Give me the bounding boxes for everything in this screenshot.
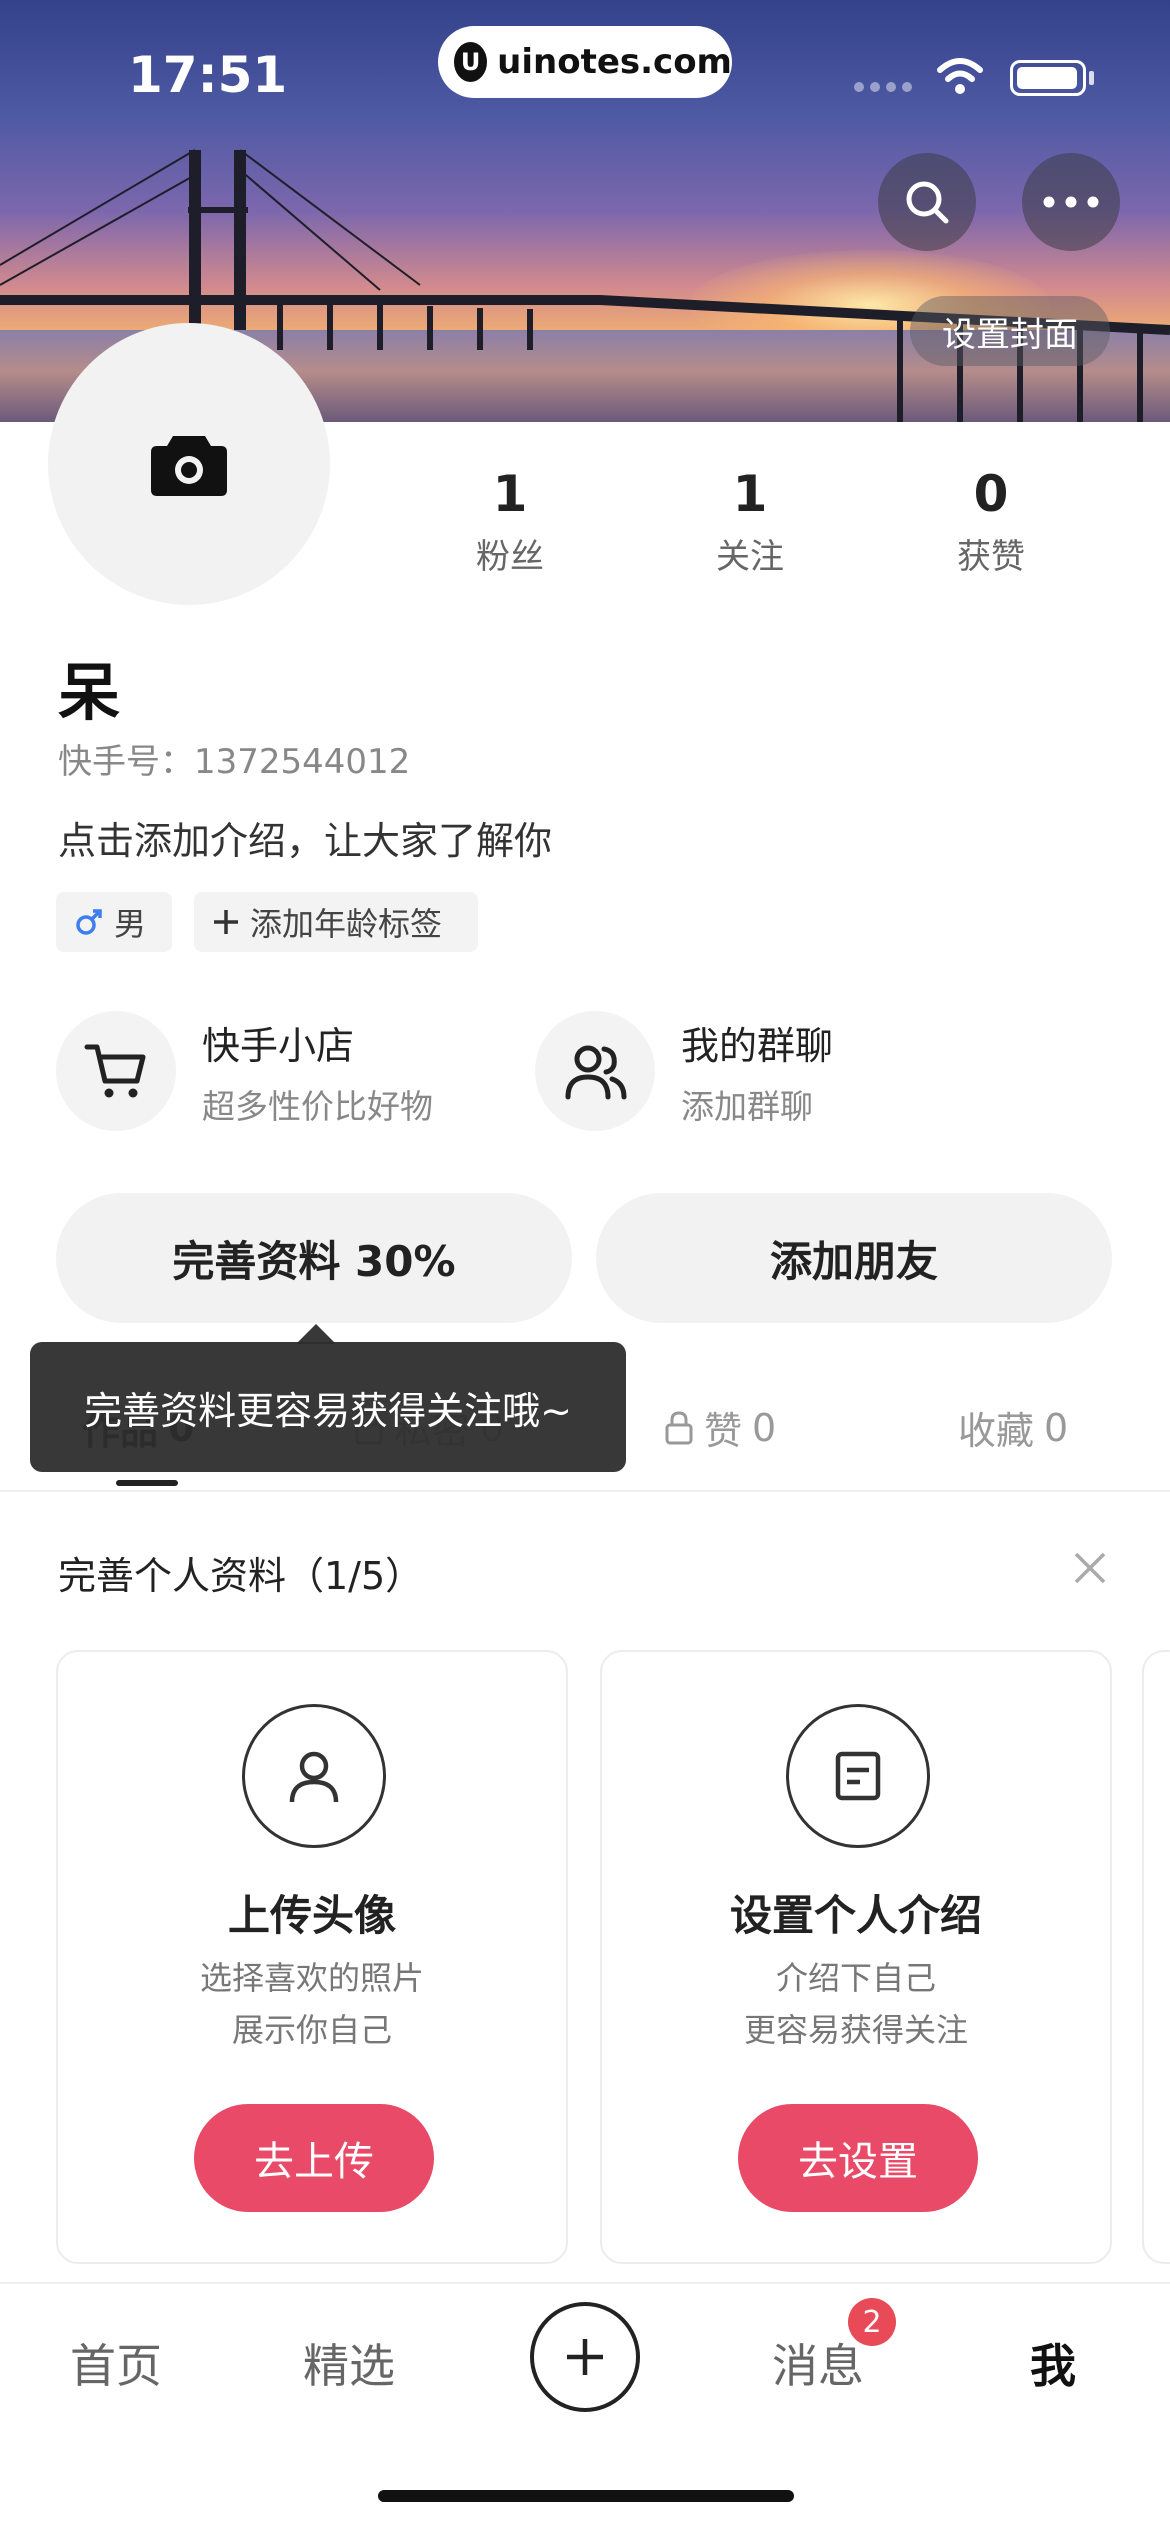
nav-divider [0,2282,1170,2284]
age-tag-button[interactable]: 添加年龄标签 [194,892,478,952]
camera-icon [151,436,227,496]
stat-likes[interactable]: 0 获赞 [901,465,1081,578]
home-indicator [378,2490,794,2502]
url-pill: U uinotes.com [438,26,732,98]
upload-avatar-desc-line1: 选择喜欢的照片 [199,1959,424,1997]
upload-avatar-title: 上传头像 [227,1891,396,1940]
plus-icon [567,2339,603,2375]
following-label: 关注 [716,537,784,577]
tooltip-arrow [296,1324,336,1344]
stat-fans[interactable]: 1 粉丝 [420,465,600,578]
complete-profile-button[interactable]: 完善资料 30% [56,1193,572,1323]
search-button[interactable] [878,153,976,251]
group-chat-subtitle: 添加群聊 [681,1086,813,1126]
close-icon[interactable] [1070,1548,1110,1588]
next-card-peek [1142,1650,1170,2264]
set-intro-desc-line1: 介绍下自己 [775,1959,936,1997]
signal-icon [854,82,912,92]
fans-label: 粉丝 [476,537,544,577]
gender-tag-label: 男 [114,905,147,943]
fans-count: 1 [492,465,528,523]
set-intro-card: 设置个人介绍 介绍下自己 更容易获得关注 去设置 [600,1650,1112,2264]
battery-tip [1089,71,1094,85]
complete-profile-title: 完善个人资料（1/5） [58,1554,424,1598]
status-time: 17:51 [128,46,288,104]
avatar[interactable] [48,323,330,605]
set-intro-title: 设置个人介绍 [729,1891,982,1940]
likes-label: 获赞 [957,537,1025,577]
shop-subtitle: 超多性价比好物 [202,1086,433,1126]
nav-messages[interactable]: 消息 [772,2330,864,2396]
nav-me[interactable]: 我 [1030,2330,1076,2396]
document-icon [786,1704,930,1848]
kuaishou-shop-entry[interactable]: 快手小店 超多性价比好物 [56,1010,433,1132]
profile-name: 呆 [58,656,121,729]
battery-icon [1010,60,1086,96]
group-chat-entry[interactable]: 我的群聊 添加群聊 [535,1010,833,1132]
intro-placeholder[interactable]: 点击添加介绍，让大家了解你 [58,810,552,865]
create-button[interactable] [530,2302,640,2412]
following-count: 1 [732,465,768,523]
upload-avatar-button[interactable]: 去上传 [194,2104,434,2212]
set-cover-button[interactable]: 设置封面 [910,296,1110,366]
nav-featured[interactable]: 精选 [303,2330,395,2396]
age-tag-label: 添加年龄标签 [250,905,443,943]
wifi-icon [937,58,983,94]
active-tab-indicator [116,1480,178,1486]
search-icon [906,181,949,224]
tab-liked[interactable]: 赞 0 [664,1400,776,1455]
tab-favorites[interactable]: 收藏 0 [958,1400,1068,1455]
tab-favorites-count: 0 [1044,1405,1069,1450]
cart-icon [56,1011,176,1131]
set-intro-desc-line2: 更容易获得关注 [743,2011,968,2049]
male-icon [76,909,102,935]
tab-liked-count: 0 [752,1405,777,1450]
more-button[interactable] [1022,153,1120,251]
plus-icon [214,910,238,934]
set-intro-desc: 介绍下自己 更容易获得关注 [602,1952,1110,2056]
group-chat-title: 我的群聊 [681,1023,834,1068]
upload-avatar-desc-line2: 展示你自己 [231,2011,392,2049]
kuaishou-id[interactable]: 快手号：1372544012 [58,734,410,783]
uinotes-logo-icon: U [454,42,488,82]
group-chat-icon [535,1011,655,1131]
user-icon [242,1704,386,1848]
add-friend-button[interactable]: 添加朋友 [596,1193,1112,1323]
tooltip: 完善资料更容易获得关注哦~ [30,1342,626,1472]
upload-avatar-card: 上传头像 选择喜欢的照片 展示你自己 去上传 [56,1650,568,2264]
nav-home[interactable]: 首页 [70,2330,162,2396]
messages-badge: 2 [848,2298,896,2346]
upload-avatar-desc: 选择喜欢的照片 展示你自己 [58,1952,566,2056]
tab-liked-label: 赞 [704,1409,743,1453]
shop-title: 快手小店 [202,1023,355,1068]
url-text: uinotes.com [497,42,732,82]
set-intro-button[interactable]: 去设置 [738,2104,978,2212]
gender-tag[interactable]: 男 [56,892,172,952]
stat-following[interactable]: 1 关注 [660,465,840,578]
likes-count: 0 [973,465,1009,523]
tabs-divider [0,1490,1170,1492]
tab-favorites-label: 收藏 [958,1409,1035,1453]
lock-icon [665,1410,693,1444]
more-icon [1043,196,1099,208]
